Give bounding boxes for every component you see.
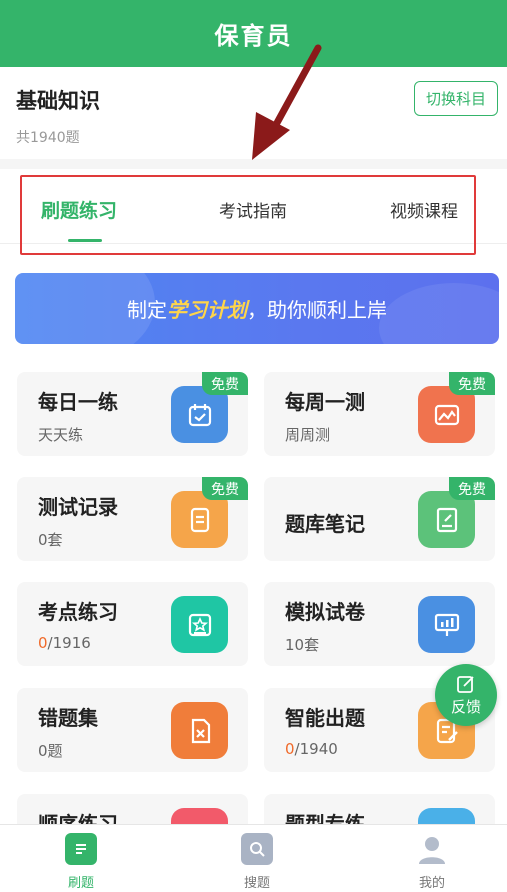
card-progress-total: /1940: [294, 740, 338, 758]
user-icon: [416, 833, 448, 865]
card-title: 错题集: [38, 706, 98, 730]
card-title: 考点练习: [38, 600, 118, 624]
card-subtitle: 0题: [38, 742, 63, 760]
nav-item-search[interactable]: 搜题: [217, 833, 297, 891]
card-progress-total: /1916: [47, 634, 91, 652]
card-title: 模拟试卷: [285, 600, 365, 624]
card-subtitle: 0/1940: [285, 740, 338, 758]
section-divider: [0, 159, 507, 169]
free-badge: 免费: [202, 477, 248, 500]
card-subtitle: 0/1916: [38, 634, 91, 652]
card-weekly-test[interactable]: 每周一测 周周测 免费: [264, 372, 495, 456]
edit-icon: [457, 675, 474, 693]
card-subtitle: 10套: [285, 636, 320, 654]
tab-bar: 刷题练习 考试指南 视频课程: [0, 169, 507, 244]
tab-practice[interactable]: 刷题练习: [41, 196, 117, 223]
card-question-notes[interactable]: 题库笔记 免费: [264, 477, 495, 561]
feedback-label: 反馈: [450, 697, 481, 716]
card-key-point-practice[interactable]: 考点练习 0/1916: [17, 582, 248, 666]
practice-icon: [65, 833, 97, 865]
card-daily-practice[interactable]: 每日一练 天天练 免费: [17, 372, 248, 456]
top-bar: 保育员: [0, 0, 507, 67]
card-subtitle: 天天练: [38, 426, 84, 444]
card-wrong-questions[interactable]: 错题集 0题: [17, 688, 248, 772]
card-test-records[interactable]: 测试记录 0套 免费: [17, 477, 248, 561]
banner-text: 制定学习计划，助你顺利上岸: [127, 294, 387, 323]
free-badge: 免费: [449, 477, 495, 500]
tab-video-course[interactable]: 视频课程: [390, 197, 458, 222]
card-title: 题库笔记: [285, 512, 365, 536]
banner-text-suffix: ，助你顺利上岸: [247, 298, 387, 322]
search-icon: [241, 833, 273, 865]
card-title: 测试记录: [38, 495, 118, 519]
switch-subject-button[interactable]: 切换科目: [414, 81, 498, 116]
question-count: 共1940题: [16, 130, 80, 146]
study-plan-banner[interactable]: 制定学习计划，助你顺利上岸: [15, 273, 499, 344]
active-tab-indicator: [68, 239, 102, 242]
star-book-icon: [171, 596, 228, 653]
card-subtitle: 0套: [38, 531, 63, 549]
banner-text-highlight: 学习计划: [167, 298, 247, 322]
card-progress-done: 0: [38, 634, 48, 652]
tab-exam-guide[interactable]: 考试指南: [219, 197, 287, 222]
nav-item-profile[interactable]: 我的: [392, 833, 472, 891]
nav-label: 搜题: [243, 876, 270, 891]
nav-label: 我的: [418, 876, 445, 891]
page-title: 保育员: [214, 22, 293, 50]
subject-name: 基础知识: [16, 89, 100, 113]
presentation-board-icon: [418, 596, 475, 653]
nav-item-practice[interactable]: 刷题: [41, 833, 121, 891]
subject-section: 基础知识 共1940题 切换科目: [0, 67, 507, 159]
card-title: 每周一测: [285, 390, 365, 414]
feedback-button[interactable]: 反馈: [435, 664, 497, 726]
banner-decoration: [379, 283, 499, 344]
card-subtitle: 周周测: [285, 426, 331, 444]
free-badge: 免费: [449, 372, 495, 395]
free-badge: 免费: [202, 372, 248, 395]
banner-text-prefix: 制定: [127, 298, 167, 322]
nav-label: 刷题: [67, 876, 94, 891]
card-mock-exam[interactable]: 模拟试卷 10套: [264, 582, 495, 666]
bottom-nav: 刷题 搜题 我的: [0, 824, 507, 892]
card-title: 智能出题: [285, 706, 365, 730]
wrong-file-icon: [171, 702, 228, 759]
card-progress-done: 0: [285, 740, 295, 758]
card-title: 每日一练: [38, 390, 118, 414]
